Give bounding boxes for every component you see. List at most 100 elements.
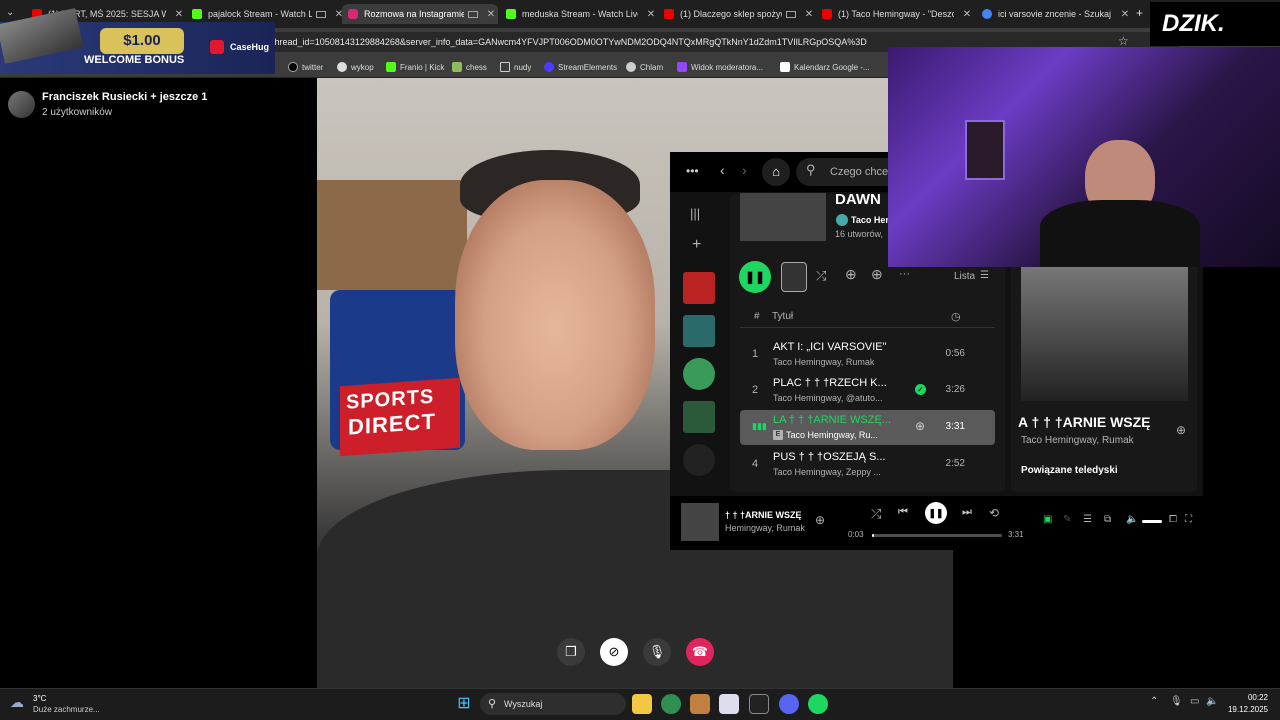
library-item-cover[interactable]	[683, 272, 715, 304]
close-icon[interactable]: ✕	[1118, 9, 1132, 20]
bookmark-streamelements[interactable]: StreamElements	[544, 59, 617, 75]
add-to-playlist-icon[interactable]: ⊕	[915, 419, 925, 433]
camera-off-button[interactable]: ⊘	[600, 638, 628, 666]
mic-tray-icon[interactable]: 🎙	[1170, 696, 1183, 707]
library-item-cover[interactable]	[683, 401, 715, 433]
now-playing-artist[interactable]: Taco Hemingway, Rumak	[1021, 435, 1134, 446]
previous-icon[interactable]: ⏮	[898, 506, 908, 519]
pause-button[interactable]: ❚❚	[925, 502, 947, 524]
more-options-icon[interactable]: ···	[899, 268, 910, 280]
file-explorer-icon[interactable]	[632, 694, 652, 714]
close-icon[interactable]: ✕	[960, 9, 974, 20]
more-icon[interactable]: •••	[686, 164, 699, 178]
bookmark-nudy[interactable]: nudy	[500, 59, 531, 75]
track-row[interactable]: 1 AKT I: „ICI VARSOVIE" Taco Hemingway, …	[740, 337, 995, 372]
tab-3[interactable]: Rozmowa na Instagramie ✕	[342, 4, 498, 24]
bookmark-franio[interactable]: Franio | Kick	[386, 59, 444, 75]
tab-7[interactable]: ici varsovie zncenie - Szukaj w ✕	[976, 4, 1132, 24]
tab-2[interactable]: pajalock Stream - Watch Liv ✕	[186, 4, 346, 24]
tab-5[interactable]: (1) Dlaczego sklep spożywc ✕	[658, 4, 816, 24]
add-icon[interactable]: ⊕	[815, 513, 825, 527]
tab-list-chevron-icon[interactable]: ⌄	[6, 7, 14, 18]
library-icon[interactable]: |||	[690, 206, 700, 221]
microphone-button[interactable]: 🎙	[643, 638, 671, 666]
bookmark-star-icon[interactable]: ☆	[1118, 34, 1129, 48]
clock-time[interactable]: 00:22	[1228, 693, 1268, 702]
shuffle-icon[interactable]: ⤮	[871, 506, 881, 522]
download-icon[interactable]: ⊕	[871, 266, 883, 283]
app-icon[interactable]	[690, 694, 710, 714]
add-icon[interactable]: ⊕	[1176, 423, 1186, 437]
tray-chevron-icon[interactable]: ⌃	[1150, 696, 1158, 707]
shuffle-icon[interactable]: ⤮	[816, 268, 826, 284]
now-playing-title[interactable]: A † † †ARNIE WSZĘ	[1018, 414, 1170, 430]
mini-player-icon[interactable]: ⧠	[1169, 514, 1177, 525]
track-artist[interactable]: Taco Hemingway, Rumak	[773, 357, 891, 367]
player-title[interactable]: † † †ARNIE WSZĘ	[725, 510, 807, 520]
library-item-cover[interactable]	[683, 444, 715, 476]
bookmark-kalendarz[interactable]: Kalendarz Google -...	[780, 59, 870, 75]
library-item-cover[interactable]	[683, 315, 715, 347]
avatar[interactable]	[8, 91, 35, 118]
forward-icon[interactable]: ›	[742, 162, 747, 178]
back-icon[interactable]: ‹	[720, 162, 725, 178]
volume-tray-icon[interactable]: 🔈	[1206, 696, 1218, 707]
tab-4[interactable]: meduska Stream - Watch Live ✕	[500, 4, 658, 24]
track-title[interactable]: AKT I: „ICI VARSOVIE"	[773, 341, 893, 353]
weather-temp[interactable]: 3°C	[33, 694, 46, 703]
connect-device-icon[interactable]: ⧉	[1104, 514, 1111, 525]
epic-games-icon[interactable]	[749, 694, 769, 714]
home-icon[interactable]: ⌂	[762, 158, 790, 186]
track-artist[interactable]: Taco Hemingway, Zeppy ...	[773, 467, 891, 477]
weather-desc[interactable]: Duże zachmurze...	[33, 705, 100, 714]
player-cover[interactable]	[681, 503, 719, 541]
bookmark-chlam[interactable]: Chlam	[626, 59, 663, 75]
close-icon[interactable]: ✕	[644, 9, 658, 20]
view-toggle[interactable]: Lista	[954, 271, 975, 282]
network-icon[interactable]: ▭	[1190, 696, 1199, 707]
screen-share-button[interactable]: ❐	[557, 638, 585, 666]
chat-title[interactable]: Franciszek Rusiecki + jeszcze 1	[42, 91, 207, 103]
track-title[interactable]: PUS † † †OSZEJĄ S...	[773, 451, 893, 463]
chrome-icon[interactable]	[661, 694, 681, 714]
bookmark-twitter[interactable]: twitter	[288, 59, 323, 75]
discord-icon[interactable]	[779, 694, 799, 714]
close-icon[interactable]: ✕	[484, 9, 498, 20]
queue-icon[interactable]: ☰	[1083, 514, 1092, 525]
volume-icon[interactable]: 🔈	[1126, 514, 1138, 525]
repeat-icon[interactable]: ⟲	[989, 506, 999, 520]
player-artist[interactable]: Hemingway, Rumak	[725, 523, 807, 533]
bookmark-chess[interactable]: chess	[452, 59, 487, 75]
progress-bar[interactable]	[872, 534, 1002, 537]
track-artist[interactable]: Taco Hemingway, @atuto...	[773, 393, 891, 403]
volume-slider[interactable]	[1142, 520, 1162, 523]
track-row-playing[interactable]: ▮▮▮ LA † † †ARNIE WSZĘ... Taco Hemingway…	[740, 410, 995, 445]
now-playing-view-icon[interactable]: ▣	[1043, 514, 1052, 525]
lyrics-icon[interactable]: ✎	[1063, 514, 1071, 525]
next-icon[interactable]: ⏭	[962, 506, 972, 519]
preview-thumbnail[interactable]	[781, 262, 807, 292]
tab-6[interactable]: (1) Taco Hemingway - "Deszcz ✕	[816, 4, 974, 24]
end-call-button[interactable]: ☎	[686, 638, 714, 666]
start-icon[interactable]: ⊞	[454, 694, 474, 714]
fullscreen-icon[interactable]: ⛶	[1185, 514, 1192, 525]
track-artist[interactable]: Taco Hemingway, Ru...	[773, 430, 891, 440]
track-title[interactable]: LA † † †ARNIE WSZĘ...	[773, 414, 893, 426]
close-icon[interactable]: ✕	[802, 9, 816, 20]
saved-check-icon[interactable]: ✓	[915, 384, 926, 395]
playlist-artist[interactable]: Taco Hen	[851, 215, 891, 225]
add-icon[interactable]: ⊕	[845, 266, 857, 283]
col-title-header[interactable]: Tytuł	[772, 311, 793, 322]
spotify-icon[interactable]	[808, 694, 828, 714]
track-title[interactable]: PLAC † † †RZECH K...	[773, 377, 893, 389]
app-icon[interactable]	[719, 694, 739, 714]
track-row[interactable]: 2 PLAC † † †RZECH K... Taco Hemingway, @…	[740, 373, 995, 408]
taskbar-search[interactable]: Wyszukaj	[480, 693, 626, 715]
bookmark-widok-moderatora[interactable]: Widok moderatora...	[677, 59, 763, 75]
track-row[interactable]: 4 PUS † † †OSZEJĄ S... Taco Hemingway, Z…	[740, 447, 995, 482]
create-playlist-icon[interactable]: +	[692, 236, 701, 254]
bookmark-wykop[interactable]: wykop	[337, 59, 374, 75]
clock-date[interactable]: 19.12.2025	[1218, 705, 1268, 714]
new-tab-button[interactable]: +	[1136, 6, 1143, 20]
close-icon[interactable]: ✕	[172, 9, 186, 20]
